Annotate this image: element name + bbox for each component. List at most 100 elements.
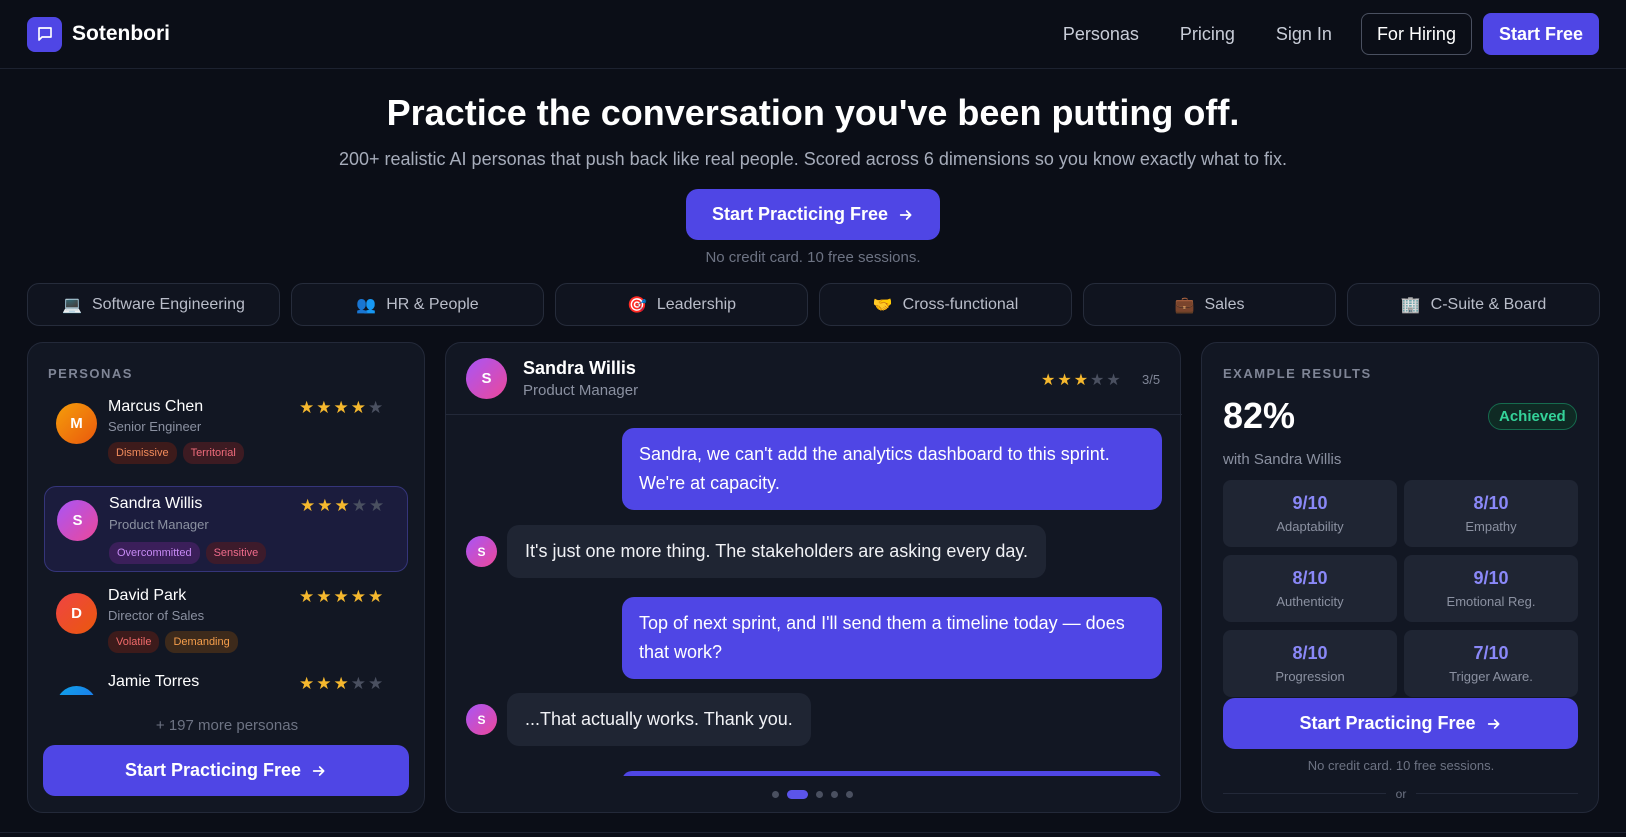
- category-cross-functional[interactable]: 🤝 Cross-functional: [819, 283, 1072, 326]
- star-filled-icon: ★: [334, 496, 350, 515]
- score-value: 8/10: [1292, 643, 1328, 663]
- score-label: Trigger Aware.: [1449, 669, 1533, 684]
- rating-stars: ★ ★ ★ ★ ★: [299, 674, 383, 694]
- score-label: Emotional Reg.: [1446, 594, 1536, 609]
- status-badge: Achieved: [1488, 403, 1577, 430]
- category-sales[interactable]: 💼 Sales: [1083, 283, 1336, 326]
- category-label: C-Suite & Board: [1430, 295, 1547, 313]
- persona-tags: Overcommitted Sensitive: [109, 542, 267, 564]
- rating-stars: ★ ★ ★ ★ ★: [299, 587, 383, 607]
- category-label: Sales: [1204, 295, 1245, 313]
- avatar: S: [466, 536, 497, 567]
- user-message: Top of next sprint, and I'll send them a…: [622, 597, 1162, 679]
- category-label: Leadership: [656, 295, 737, 313]
- persona-role: Senior Engineer: [108, 419, 202, 434]
- target-icon: 🎯: [626, 296, 647, 314]
- star-filled-icon: ★: [333, 398, 349, 417]
- ai-message: ...That actually works. Thank you.: [507, 693, 811, 746]
- category-software-engineering[interactable]: 💻 Software Engineering: [27, 283, 280, 326]
- hero-cta-label: Start Practicing Free: [711, 204, 889, 224]
- category-leadership[interactable]: 🎯 Leadership: [555, 283, 808, 326]
- chat-header: S Sandra Willis Product Manager ★ ★ ★ ★ ★ 3/…: [446, 343, 1182, 415]
- persona-card-david-park[interactable]: D David Park Director of Sales ★ ★ ★ ★ ★ Vol…: [44, 579, 408, 659]
- category-label: Software Engineering: [91, 295, 245, 313]
- star-filled-icon: ★: [1041, 372, 1056, 389]
- star-filled-icon: ★: [317, 496, 333, 515]
- briefcase-icon: 💼: [1174, 296, 1195, 314]
- star-filled-icon: ★: [333, 587, 349, 606]
- chat-panel: S Sandra Willis Product Manager ★ ★ ★ ★ ★ 3/…: [445, 342, 1182, 813]
- arrow-right-icon: [1487, 718, 1500, 729]
- star-empty-icon: ★: [351, 496, 367, 515]
- score-label: Empathy: [1465, 519, 1517, 534]
- brand[interactable]: Sotenbori: [27, 16, 170, 52]
- carousel-dot[interactable]: [816, 791, 823, 798]
- score-card-progression: 8/10 Progression: [1223, 630, 1397, 697]
- star-empty-icon: ★: [368, 398, 384, 417]
- score-card-emotional-reg: 9/10 Emotional Reg.: [1404, 555, 1578, 622]
- nav-link-personas[interactable]: Personas: [1063, 24, 1139, 45]
- star-empty-icon: ★: [350, 674, 366, 693]
- tag: Overcommitted: [109, 542, 200, 564]
- carousel-dot-active[interactable]: [787, 790, 808, 799]
- star-filled-icon: ★: [333, 674, 349, 693]
- cta-label: Start Practicing Free: [124, 760, 302, 780]
- tag: Demanding: [165, 631, 238, 653]
- hero-note: No credit card. 10 free sessions.: [705, 249, 921, 266]
- star-filled-icon: ★: [368, 587, 384, 606]
- results-with: with Sandra Willis: [1223, 451, 1342, 468]
- persona-tags: Dismissive Territorial: [108, 442, 244, 464]
- nav-link-pricing[interactable]: Pricing: [1180, 24, 1235, 45]
- star-filled-icon: ★: [316, 674, 332, 693]
- or-label: or: [1385, 787, 1417, 801]
- tag: Volatile: [108, 631, 160, 653]
- results-cta-button[interactable]: Start Practicing Free: [1223, 698, 1578, 749]
- avatar: D: [56, 593, 97, 634]
- for-hiring-button[interactable]: For Hiring: [1360, 13, 1472, 55]
- start-free-button[interactable]: Start Free: [1482, 13, 1599, 55]
- tag: Territorial: [182, 442, 244, 464]
- personas-label: PERSONAS: [48, 366, 133, 381]
- persona-card-marcus-chen[interactable]: M Marcus Chen Senior Engineer ★ ★ ★ ★ ★ Dism…: [44, 390, 408, 470]
- personas-panel: PERSONAS M Marcus Chen Senior Engineer ★…: [27, 342, 425, 813]
- persona-name: David Park: [108, 587, 187, 604]
- category-c-suite-board[interactable]: 🏢 C-Suite & Board: [1347, 283, 1600, 326]
- score-value: 9/10: [1292, 493, 1328, 513]
- carousel-dot[interactable]: [846, 791, 853, 798]
- more-personas-link[interactable]: + 197 more personas: [28, 717, 426, 734]
- category-label: Cross-functional: [902, 295, 1019, 313]
- results-note: No credit card. 10 free sessions.: [1307, 758, 1495, 773]
- score-label: Adaptability: [1276, 519, 1344, 534]
- overall-score: 82%: [1223, 395, 1296, 436]
- hero-subtitle: 200+ realistic AI personas that push bac…: [338, 149, 1287, 169]
- star-filled-icon: ★: [300, 496, 316, 515]
- carousel-dot[interactable]: [831, 791, 838, 798]
- tag: Dismissive: [108, 442, 177, 464]
- score-label: Authenticity: [1276, 594, 1344, 609]
- persona-card-sandra-willis[interactable]: S Sandra Willis Product Manager ★ ★ ★ ★ ★ Ov…: [44, 486, 408, 572]
- top-nav: Sotenbori Personas Pricing Sign In For H…: [0, 0, 1626, 69]
- carousel-dot[interactable]: [772, 791, 779, 798]
- rating-stars: ★ ★ ★ ★ ★: [300, 496, 384, 516]
- score-card-adaptability: 9/10 Adaptability: [1223, 480, 1397, 547]
- persona-role: Product Manager: [109, 517, 209, 532]
- star-filled-icon: ★: [1057, 372, 1072, 389]
- persona-card-jamie-torres[interactable]: Jamie Torres ★ ★ ★ ★ ★: [44, 673, 408, 695]
- arrow-right-icon: [899, 209, 912, 220]
- star-filled-icon: ★: [299, 587, 315, 606]
- chat-persona-role: Product Manager: [523, 382, 639, 399]
- ai-message: It's just one more thing. The stakeholde…: [507, 525, 1047, 578]
- personas-cta-button[interactable]: Start Practicing Free: [43, 745, 409, 796]
- nav-link-sign-in[interactable]: Sign In: [1276, 24, 1332, 45]
- star-filled-icon: ★: [299, 398, 315, 417]
- results-label: EXAMPLE RESULTS: [1223, 366, 1372, 381]
- star-filled-icon: ★: [316, 587, 332, 606]
- chat-persona-name: Sandra Willis: [523, 358, 636, 378]
- category-hr-people[interactable]: 👥 HR & People: [291, 283, 544, 326]
- persona-name: Jamie Torres: [108, 673, 200, 690]
- carousel-dots: [772, 790, 853, 799]
- score-card-trigger-aware: 7/10 Trigger Aware.: [1404, 630, 1578, 697]
- hero-cta-button[interactable]: Start Practicing Free: [686, 189, 940, 240]
- score-card-empathy: 8/10 Empathy: [1404, 480, 1578, 547]
- score-value: 8/10: [1292, 568, 1328, 588]
